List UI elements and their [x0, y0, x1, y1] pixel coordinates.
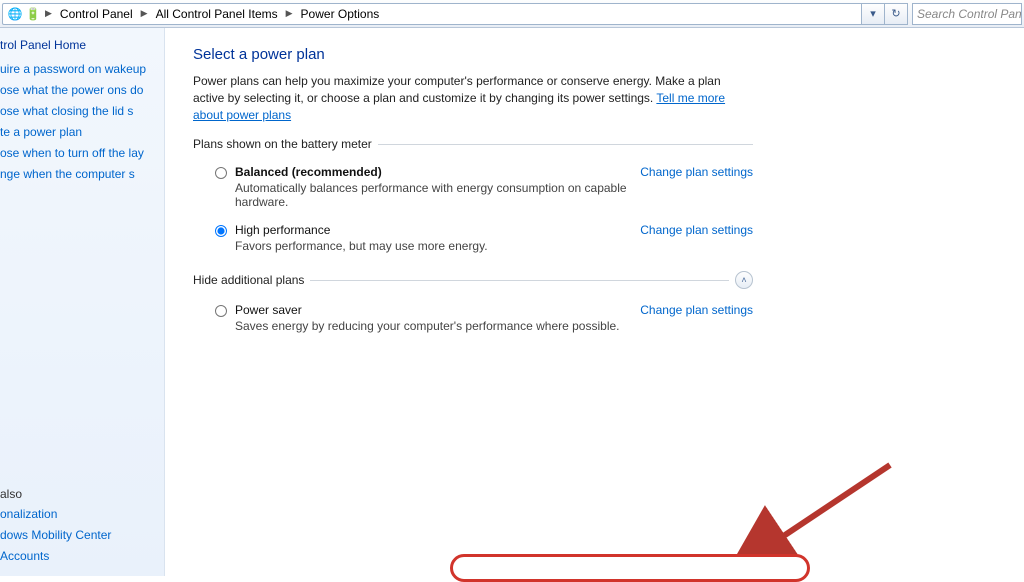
divider: [310, 280, 729, 281]
plan-desc: Favors performance, but may use more ene…: [235, 239, 628, 253]
shield-icon: 🌐: [7, 6, 23, 22]
chevron-up-icon: ˄: [741, 275, 746, 285]
sidebar-heading: trol Panel Home: [0, 38, 158, 52]
sidebar-link-create-plan[interactable]: te a power plan: [0, 125, 158, 140]
intro-text-body: Power plans can help you maximize your c…: [193, 74, 721, 105]
plan-balanced: Balanced (recommended) Automatically bal…: [193, 161, 753, 219]
breadcrumb-item-power-options[interactable]: Power Options: [297, 4, 384, 24]
plan-radio-balanced[interactable]: [215, 167, 227, 179]
sidebar: trol Panel Home uire a password on wakeu…: [0, 28, 165, 576]
group-label-battery: Plans shown on the battery meter: [193, 137, 372, 151]
change-plan-link[interactable]: Change plan settings: [640, 165, 753, 179]
sidebar-link-display[interactable]: ose when to turn off the lay: [0, 146, 158, 161]
plan-power-saver: Power saver Saves energy by reducing you…: [193, 299, 753, 343]
see-also-mobility[interactable]: dows Mobility Center: [0, 528, 158, 543]
chevron-right-icon: ▶: [43, 8, 54, 19]
sidebar-link-lid[interactable]: ose what closing the lid s: [0, 104, 158, 119]
plan-desc: Automatically balances performance with …: [235, 181, 628, 209]
power-icon: 🔋: [25, 6, 41, 22]
change-plan-link[interactable]: Change plan settings: [640, 303, 753, 317]
change-plan-link[interactable]: Change plan settings: [640, 223, 753, 237]
plans-group: Plans shown on the battery meter Balance…: [193, 137, 753, 343]
plan-high-performance: High performance Favors performance, but…: [193, 219, 753, 263]
address-bar: 🌐 🔋 ▶ Control Panel ▶ All Control Panel …: [0, 0, 1024, 28]
see-also-personalization[interactable]: onalization: [0, 507, 158, 522]
divider: [378, 144, 753, 145]
plan-name: Balanced (recommended): [235, 165, 628, 179]
see-also-heading: also: [0, 487, 158, 501]
search-input[interactable]: Search Control Pan: [912, 3, 1022, 25]
refresh-button[interactable]: ↻: [884, 3, 908, 25]
chevron-right-icon: ▶: [139, 8, 150, 19]
plan-radio-power-saver[interactable]: [215, 305, 227, 317]
page-title: Select a power plan: [193, 46, 1014, 63]
plan-name: High performance: [235, 223, 628, 237]
annotation-highlight: [450, 554, 810, 582]
sidebar-link-sleep[interactable]: nge when the computer s: [0, 167, 158, 182]
chevron-right-icon: ▶: [284, 8, 295, 19]
plan-name: Power saver: [235, 303, 628, 317]
see-also-accounts[interactable]: Accounts: [0, 549, 158, 564]
intro-text: Power plans can help you maximize your c…: [193, 73, 753, 123]
dropdown-button[interactable]: ▾: [861, 3, 885, 25]
plan-desc: Saves energy by reducing your computer's…: [235, 319, 628, 333]
breadcrumb-item-control-panel[interactable]: Control Panel: [56, 4, 137, 24]
group-label-hide: Hide additional plans: [193, 273, 304, 287]
plan-radio-high-performance[interactable]: [215, 225, 227, 237]
breadcrumb-item-all-items[interactable]: All Control Panel Items: [152, 4, 282, 24]
sidebar-link-password[interactable]: uire a password on wakeup: [0, 62, 158, 77]
main-panel: Select a power plan Power plans can help…: [165, 28, 1024, 576]
breadcrumb[interactable]: 🌐 🔋 ▶ Control Panel ▶ All Control Panel …: [2, 3, 863, 25]
collapse-button[interactable]: ˄: [735, 271, 753, 289]
sidebar-link-buttons[interactable]: ose what the power ons do: [0, 83, 158, 98]
